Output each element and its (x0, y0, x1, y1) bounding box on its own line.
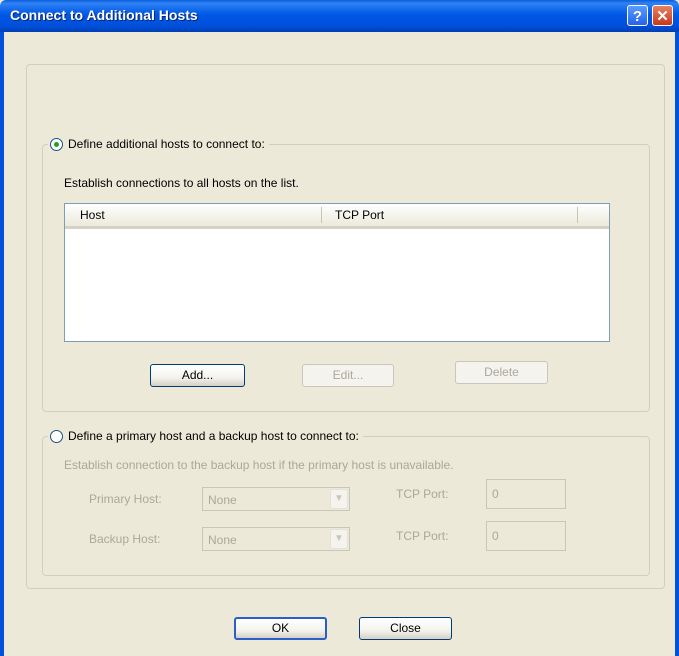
close-icon: ✕ (656, 8, 669, 25)
column-separator[interactable] (321, 207, 322, 223)
backup-port-field[interactable]: 0 (486, 521, 566, 551)
close-window-button[interactable]: ✕ (652, 5, 673, 26)
primary-backup-option[interactable]: Define a primary host and a backup host … (48, 429, 363, 443)
primary-port-value: 0 (492, 487, 499, 501)
help-icon: ? (632, 8, 643, 25)
primary-host-label: Primary Host: (89, 492, 162, 506)
column-separator[interactable] (577, 207, 578, 223)
add-button[interactable]: Add... (150, 364, 245, 387)
close-button[interactable]: Close (359, 617, 452, 640)
chevron-down-icon[interactable]: ▼ (330, 529, 348, 549)
delete-button[interactable]: Delete (455, 361, 548, 384)
additional-hosts-description: Establish connections to all hosts on th… (64, 176, 299, 190)
primary-port-label: TCP Port: (396, 487, 449, 501)
window-title: Connect to Additional Hosts (10, 7, 198, 23)
help-button[interactable]: ? (627, 5, 648, 26)
backup-host-select[interactable]: None ▼ (202, 527, 350, 551)
column-header-tcp-port[interactable]: TCP Port (335, 208, 384, 222)
primary-port-field[interactable]: 0 (486, 479, 566, 509)
edit-button[interactable]: Edit... (302, 364, 394, 387)
additional-hosts-radio[interactable] (50, 137, 63, 151)
window-border-left (0, 32, 4, 656)
chevron-down-icon[interactable]: ▼ (330, 489, 348, 509)
window-border-right (675, 32, 679, 656)
primary-host-value: None (208, 493, 237, 507)
backup-port-value: 0 (492, 529, 499, 543)
primary-backup-radio[interactable] (50, 429, 63, 443)
hosts-list-header: Host TCP Port (65, 204, 609, 229)
additional-hosts-option[interactable]: Define additional hosts to connect to: (48, 137, 269, 151)
hosts-list[interactable]: Host TCP Port (64, 203, 610, 342)
additional-hosts-option-label: Define additional hosts to connect to: (68, 137, 265, 151)
column-header-host[interactable]: Host (80, 208, 105, 222)
primary-host-select[interactable]: None ▼ (202, 487, 350, 511)
backup-host-label: Backup Host: (89, 532, 161, 546)
primary-backup-option-label: Define a primary host and a backup host … (68, 429, 359, 443)
primary-backup-description: Establish connection to the backup host … (64, 458, 454, 472)
backup-port-label: TCP Port: (396, 529, 449, 543)
title-bar: Connect to Additional Hosts ? ✕ (0, 0, 679, 32)
ok-button[interactable]: OK (234, 617, 327, 640)
backup-host-value: None (208, 533, 237, 547)
